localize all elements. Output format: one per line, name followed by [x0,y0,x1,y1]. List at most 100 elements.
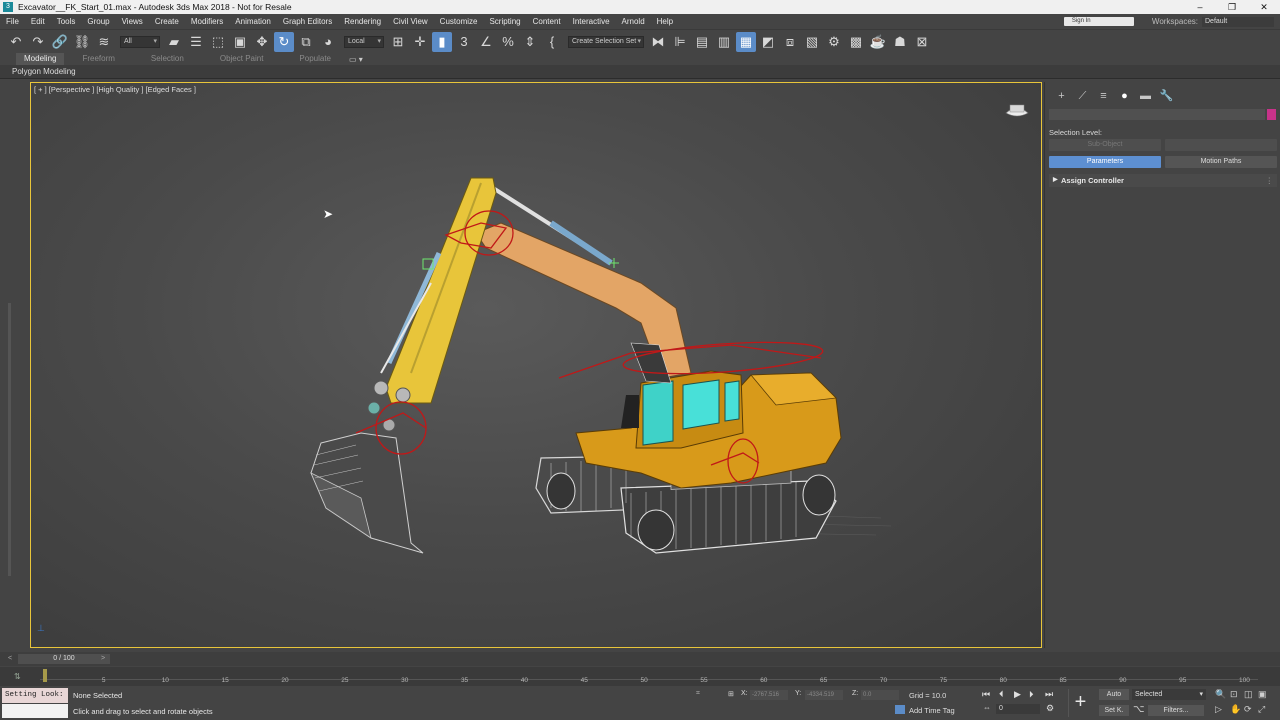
absolute-mode-icon[interactable]: ⊞ [728,690,734,698]
redo-icon[interactable]: ↷ [28,32,48,52]
parameters-button[interactable]: Parameters [1049,156,1161,168]
ref-coord-dropdown[interactable]: Local [344,35,384,48]
align-icon[interactable]: ⊫ [670,32,690,52]
select-move-icon[interactable]: ✥ [252,32,272,52]
maximize-viewport-icon[interactable]: ⤢ [1258,704,1265,715]
menu-interactive[interactable]: Interactive [567,17,616,26]
menu-edit[interactable]: Edit [25,17,51,26]
menu-modifiers[interactable]: Modifiers [185,17,229,26]
auto-key-button[interactable]: Auto [1099,689,1129,700]
menu-scripting[interactable]: Scripting [483,17,526,26]
menu-file[interactable]: File [0,17,25,26]
polygon-modeling-label[interactable]: Polygon Modeling [0,65,1280,79]
render-setup-icon[interactable]: ⚙ [824,32,844,52]
prev-frame-icon[interactable]: ⏴ [999,689,1004,700]
snaps-toggle-icon[interactable]: 3 [454,32,474,52]
place-icon[interactable]: ◕ [318,32,338,52]
assign-controller-rollout[interactable]: ▶ Assign Controller ⋮ [1049,174,1277,187]
perspective-viewport[interactable]: [ + ] [Perspective ] [High Quality ] [Ed… [30,82,1042,648]
maxscript-input[interactable] [2,704,68,718]
rendered-frame-icon[interactable]: ▩ [846,32,866,52]
play-icon[interactable]: ▶ [1014,689,1021,700]
scene-explorer-icon[interactable]: ▦ [736,31,756,52]
schematic-view-icon[interactable]: ⧈ [780,32,800,52]
add-time-tag-button[interactable]: Add Time Tag [895,705,955,715]
manipulate-icon[interactable]: ✛ [410,32,430,52]
time-prev-icon[interactable]: < [8,655,12,662]
ribbon-options-icon[interactable]: ▭ ▾ [349,55,363,64]
menu-arnold[interactable]: Arnold [616,17,651,26]
keyboard-shortcut-toggle-icon[interactable]: ▮ [432,31,452,52]
isolate-icon[interactable]: ⌗ [696,690,700,698]
menu-create[interactable]: Create [149,17,185,26]
undo-icon[interactable]: ↶ [6,32,26,52]
orbit-icon[interactable]: ⟳ [1244,704,1252,715]
set-key-icon[interactable]: + [1068,689,1092,717]
select-object-icon[interactable]: ▰ [164,32,184,52]
viewcube-icon[interactable] [1002,101,1032,119]
motion-tab-icon[interactable]: ● [1114,88,1135,104]
current-frame-marker[interactable] [43,669,47,682]
rollout-menu-icon[interactable]: ⋮ [1266,174,1274,187]
render-cloud-icon[interactable]: ⊠ [912,32,932,52]
zoom-all-icon[interactable]: ⊡ [1230,689,1238,700]
menu-animation[interactable]: Animation [229,17,277,26]
material-editor-icon[interactable]: ▧ [802,32,822,52]
percent-snap-icon[interactable]: % [498,32,518,52]
maxscript-listener[interactable]: Setting Look: [2,688,68,703]
menu-customize[interactable]: Customize [434,17,484,26]
curve-editor-icon[interactable]: ◩ [758,32,778,52]
track-bar-menu-icon[interactable]: ⇅ [14,672,21,681]
sub-object-button[interactable]: Sub-Object [1049,139,1161,151]
zoom-extents-all-icon[interactable]: ▣ [1258,689,1267,700]
select-scale-icon[interactable]: ⧉ [296,32,316,52]
close-icon[interactable]: ✕ [1248,0,1280,14]
z-coordinate-field[interactable]: 0.0 [861,690,899,700]
left-scrollbar[interactable] [8,303,11,576]
zoom-icon[interactable]: 🔍 [1215,689,1226,700]
pivot-center-icon[interactable]: ⊞ [388,32,408,52]
rect-selection-icon[interactable]: ⬚ [208,32,228,52]
goto-end-icon[interactable]: ⏭ [1045,689,1053,700]
layer-explorer-icon[interactable]: ▤ [692,32,712,52]
edit-named-sets-icon[interactable]: { [542,32,562,52]
set-key-button[interactable]: Set K. [1099,705,1129,716]
select-by-name-icon[interactable]: ☰ [186,32,206,52]
tab-selection[interactable]: Selection [133,53,202,65]
tab-modeling[interactable]: Modeling [16,53,65,65]
window-crossing-icon[interactable]: ▣ [230,32,250,52]
key-filters-button[interactable]: Filters... [1148,705,1204,716]
sign-in-dropdown[interactable]: Sign In [1063,17,1134,26]
track-bar[interactable]: ⇅ 5 10 15 20 25 30 35 40 45 50 55 60 65 70 75 80 85 90 95 1… [0,667,1280,686]
selection-filter-dropdown[interactable]: All [120,35,160,48]
named-selection-dropdown[interactable]: Create Selection Set [568,35,644,48]
motion-paths-button[interactable]: Motion Paths [1165,156,1277,168]
menu-group[interactable]: Group [81,17,115,26]
mirror-icon[interactable]: ⧓ [648,32,668,52]
menu-views[interactable]: Views [116,17,149,26]
minimize-icon[interactable]: – [1184,0,1216,14]
time-configuration-icon[interactable]: ⚙ [1046,703,1054,714]
fov-icon[interactable]: ▷ [1215,704,1222,715]
object-color-swatch[interactable] [1267,109,1276,120]
tab-object-paint[interactable]: Object Paint [202,53,282,65]
modify-tab-icon[interactable]: ⟋ [1072,88,1093,104]
bind-spacewarp-icon[interactable]: ≋ [94,32,114,52]
sub-object-dropdown[interactable] [1165,139,1277,151]
unlink-icon[interactable]: ⛓ [72,32,92,52]
time-config-icon[interactable]: ⇔ [983,703,991,712]
menu-content[interactable]: Content [527,17,567,26]
render-icon[interactable]: ☕ [868,32,888,52]
menu-graph-editors[interactable]: Graph Editors [277,17,338,26]
menu-help[interactable]: Help [651,17,679,26]
link-icon[interactable]: 🔗 [50,32,70,52]
utilities-tab-icon[interactable]: 🔧 [1156,88,1177,104]
hierarchy-tab-icon[interactable]: ≡ [1093,88,1114,104]
spinner-snap-icon[interactable]: ⇕ [520,32,540,52]
workspaces-dropdown[interactable]: Default [1202,16,1274,27]
goto-start-icon[interactable]: ⏮ [982,689,990,700]
angle-snap-icon[interactable]: ∠ [476,32,496,52]
key-filter-icon[interactable]: ⌥ [1133,704,1145,715]
pan-icon[interactable]: ✋ [1230,704,1241,715]
next-frame-icon[interactable]: ⏵ [1029,689,1034,700]
